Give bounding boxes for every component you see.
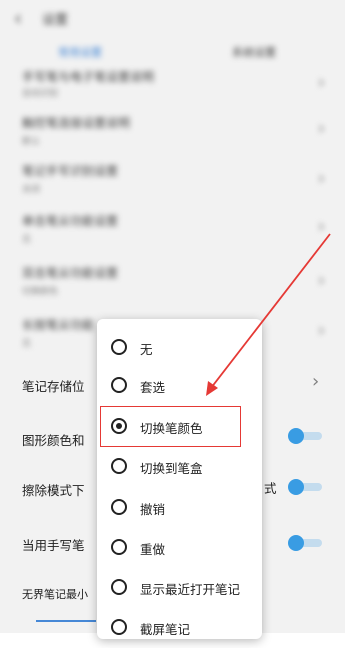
annotation-arrow-icon (206, 233, 331, 396)
